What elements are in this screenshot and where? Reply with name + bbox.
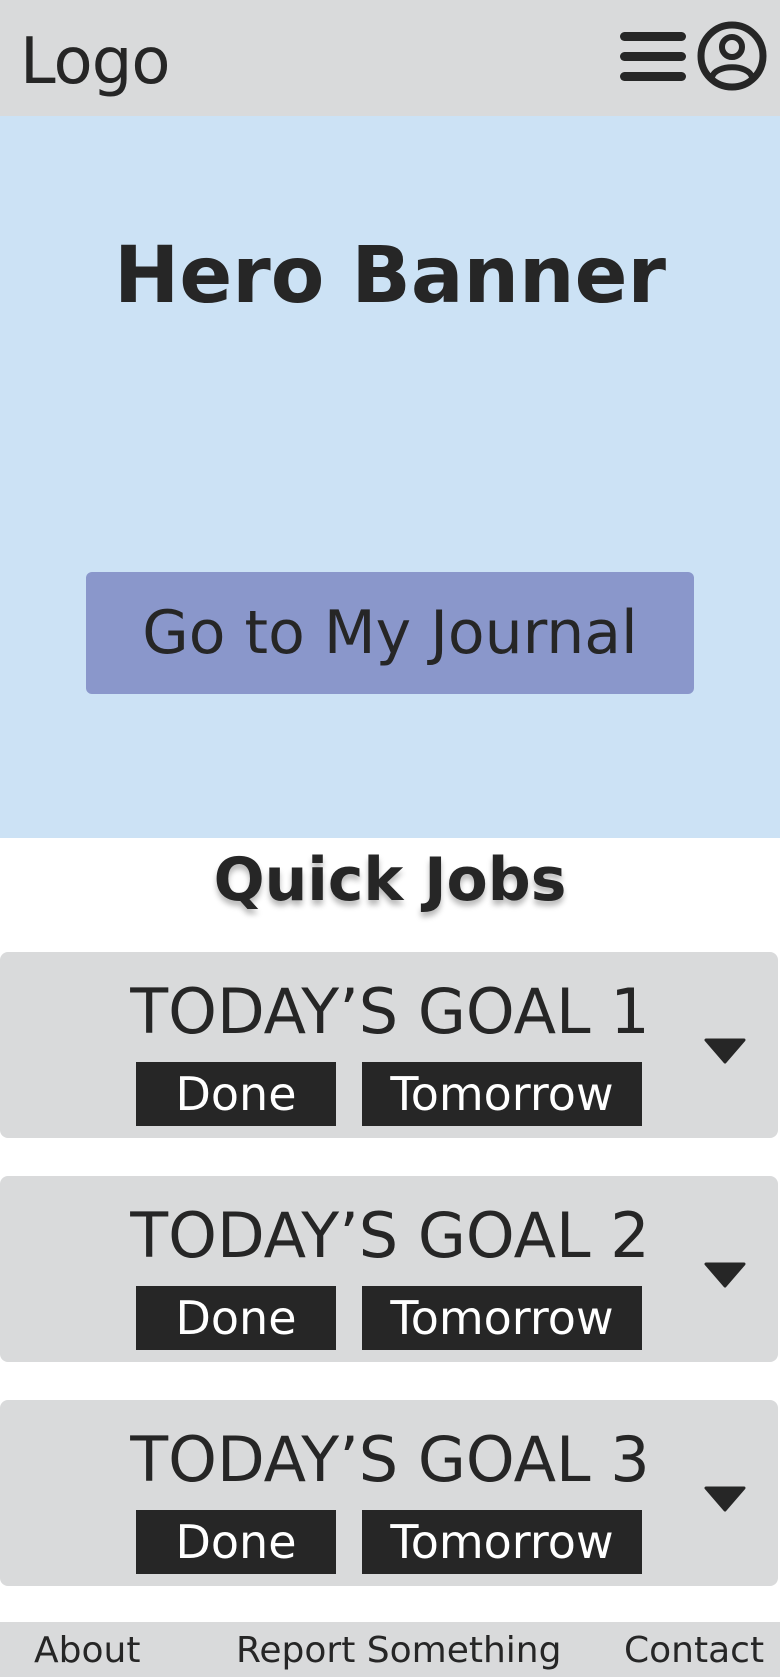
goal-card-2: TODAY’S GOAL 2 Done Tomorrow <box>0 1176 778 1362</box>
tomorrow-button[interactable]: Tomorrow <box>362 1062 642 1126</box>
quick-jobs-title: Quick Jobs <box>213 845 567 915</box>
page: Logo Hero Banner Go to My Journal Quick … <box>0 0 780 1677</box>
goal-title: TODAY’S GOAL 1 <box>130 975 650 1048</box>
chevron-down-icon[interactable] <box>704 1260 746 1290</box>
hamburger-menu-icon[interactable] <box>618 28 688 86</box>
chevron-down-icon[interactable] <box>704 1036 746 1066</box>
user-circle-icon[interactable] <box>696 20 768 92</box>
goal-card-1: TODAY’S GOAL 1 Done Tomorrow <box>0 952 778 1138</box>
go-to-journal-button[interactable]: Go to My Journal <box>86 572 694 694</box>
chevron-down-icon[interactable] <box>704 1484 746 1514</box>
done-button[interactable]: Done <box>136 1286 336 1350</box>
logo[interactable]: Logo <box>20 22 170 102</box>
done-button[interactable]: Done <box>136 1510 336 1574</box>
footer-link-contact[interactable]: Contact <box>624 1628 764 1674</box>
hero-banner: Hero Banner Go to My Journal <box>0 116 780 838</box>
done-button[interactable]: Done <box>136 1062 336 1126</box>
footer: About Report Something Contact <box>0 1622 780 1677</box>
top-header: Logo <box>0 0 780 116</box>
tomorrow-button[interactable]: Tomorrow <box>362 1510 642 1574</box>
footer-link-report[interactable]: Report Something <box>236 1628 561 1674</box>
goal-title: TODAY’S GOAL 2 <box>130 1199 650 1272</box>
footer-link-about[interactable]: About <box>34 1628 140 1674</box>
tomorrow-button[interactable]: Tomorrow <box>362 1286 642 1350</box>
hero-title: Hero Banner <box>114 231 666 321</box>
goal-title: TODAY’S GOAL 3 <box>130 1423 650 1496</box>
goal-card-3: TODAY’S GOAL 3 Done Tomorrow <box>0 1400 778 1586</box>
